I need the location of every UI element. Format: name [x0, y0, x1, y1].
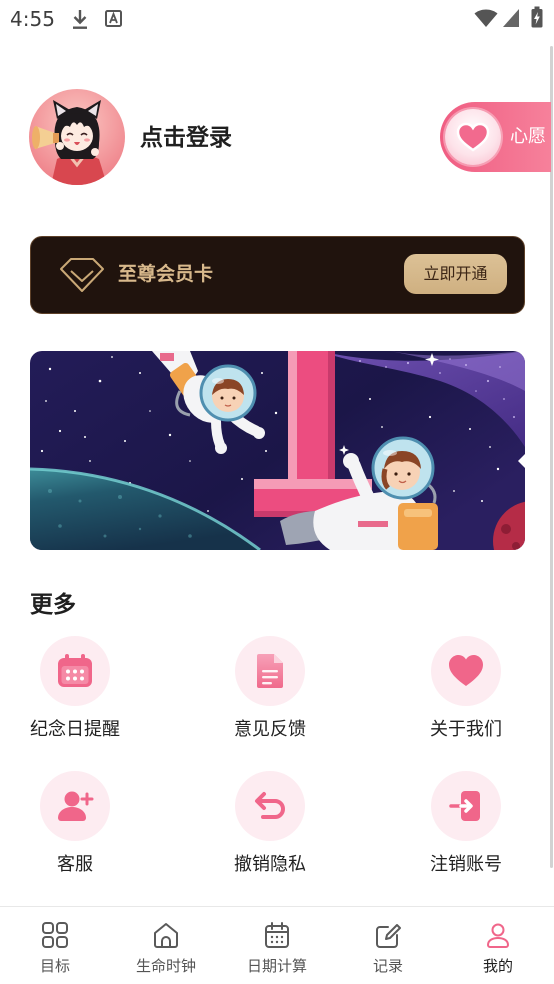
nav-label: 日期计算 — [246, 957, 307, 975]
grid-icon-circle — [431, 636, 501, 706]
membership-title: 至尊会员卡 — [118, 263, 214, 285]
signal-icon — [503, 9, 519, 27]
calendar-icon — [265, 922, 289, 948]
edit-icon — [376, 924, 401, 948]
document-icon — [257, 654, 283, 688]
grid-item-feedback[interactable]: 意见反馈 — [200, 636, 340, 748]
wish-button[interactable]: 心愿 — [440, 102, 551, 172]
nav-label: 目标 — [39, 957, 70, 975]
membership-card[interactable]: 至尊会员卡 立即开通 — [30, 236, 525, 314]
nav-label: 生命时钟 — [135, 957, 196, 975]
grid-item-delete-account[interactable]: 注销账号 — [396, 771, 536, 883]
grid-icon-circle — [235, 636, 305, 706]
grid-icon-circle — [431, 771, 501, 841]
grid-item-label: 客服 — [57, 854, 93, 875]
grid-item-label: 意见反馈 — [234, 719, 306, 740]
battery-charging-icon — [531, 6, 543, 28]
nav-item-records[interactable]: 记录 — [333, 907, 443, 984]
nav-item-mine[interactable]: 我的 — [443, 907, 553, 984]
wifi-icon — [474, 9, 498, 27]
user-icon — [486, 923, 510, 948]
nav-item-goals[interactable]: 目标 — [0, 907, 110, 984]
grid-icon — [42, 922, 68, 948]
undo-icon — [255, 792, 285, 819]
promo-banner[interactable] — [30, 351, 525, 550]
grid-item-label: 注销账号 — [430, 854, 502, 875]
calendar-icon — [58, 654, 92, 687]
grid-item-label: 撤销隐私 — [234, 854, 306, 875]
nav-label: 我的 — [482, 957, 513, 975]
section-heading-more: 更多 — [30, 592, 76, 618]
wish-heart-badge — [445, 109, 501, 165]
logout-icon — [449, 791, 480, 821]
grid-icon-circle — [40, 771, 110, 841]
download-icon — [73, 10, 87, 29]
grid-item-customer-service[interactable]: 客服 — [5, 771, 145, 883]
space-astronaut-illustration — [30, 351, 525, 550]
heart-icon — [449, 655, 483, 686]
home-icon — [154, 923, 178, 948]
avatar[interactable] — [29, 89, 125, 185]
avatar-illustration — [29, 89, 125, 185]
wish-label: 心愿 — [510, 126, 546, 147]
diamond-icon — [60, 258, 104, 292]
autofill-icon — [105, 10, 122, 27]
grid-icon-circle — [235, 771, 305, 841]
grid-item-revoke-privacy[interactable]: 撤销隐私 — [200, 771, 340, 883]
heart-icon — [456, 122, 490, 152]
nav-label: 记录 — [372, 957, 403, 975]
grid-item-label: 纪念日提醒 — [30, 719, 120, 740]
status-bar: 4:55 — [0, 0, 554, 40]
grid-item-label: 关于我们 — [430, 719, 502, 740]
add-person-icon — [58, 791, 94, 821]
nav-item-life-clock[interactable]: 生命时钟 — [111, 907, 221, 984]
grid-icon-circle — [40, 636, 110, 706]
nav-item-date-calc[interactable]: 日期计算 — [222, 907, 332, 984]
activate-membership-button[interactable]: 立即开通 — [404, 254, 507, 294]
status-time: 4:55 — [10, 7, 55, 31]
grid-item-about-us[interactable]: 关于我们 — [396, 636, 536, 748]
bottom-nav: 目标 生命时钟 日期计算 记录 我的 — [0, 906, 554, 984]
login-link[interactable]: 点击登录 — [140, 122, 232, 154]
grid-item-anniversary-reminder[interactable]: 纪念日提醒 — [5, 636, 145, 748]
